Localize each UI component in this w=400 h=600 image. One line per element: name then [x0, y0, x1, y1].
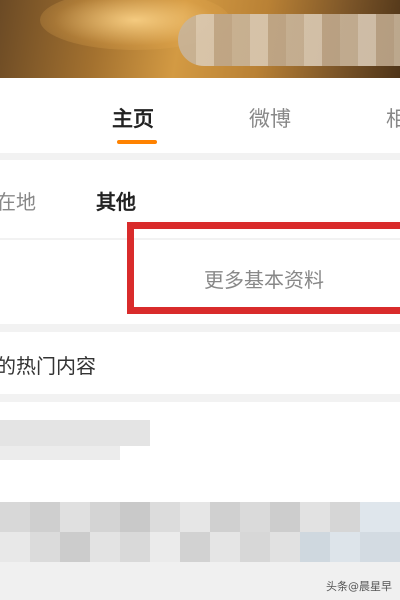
blur-block — [360, 502, 400, 532]
blur-block — [30, 502, 60, 532]
blur-block — [0, 532, 30, 562]
blur-block — [90, 532, 120, 562]
blur-block — [150, 532, 180, 562]
blur-block — [180, 532, 210, 562]
blurred-content-area — [0, 402, 400, 600]
blur-block — [120, 532, 150, 562]
blur-block — [330, 502, 360, 532]
blur-block — [0, 446, 120, 460]
hot-content-title: 的热门内容 — [0, 354, 96, 378]
profile-header-banner — [0, 0, 400, 78]
tab-weibo[interactable]: 微博 — [249, 103, 291, 133]
blur-block — [240, 532, 270, 562]
blurred-username — [178, 14, 400, 66]
blur-block — [270, 502, 300, 532]
tab-album[interactable]: 相 — [386, 103, 400, 133]
blur-block — [210, 502, 240, 532]
blur-block — [300, 532, 330, 562]
blur-block — [360, 532, 400, 562]
blur-block — [60, 532, 90, 562]
subtab-other[interactable]: 其他 — [96, 186, 136, 215]
active-tab-indicator — [117, 140, 157, 144]
subtab-location[interactable]: 在地 — [0, 186, 36, 215]
blur-block — [240, 502, 270, 532]
blur-block — [180, 502, 210, 532]
watermark: 头条@晨星早 — [326, 580, 392, 593]
blur-block — [30, 532, 60, 562]
highlight-box — [127, 222, 400, 314]
blur-block — [120, 502, 150, 532]
hot-content-header: 的热门内容 — [0, 332, 400, 394]
blur-block — [270, 532, 300, 562]
blur-block — [330, 532, 360, 562]
blur-block — [60, 502, 90, 532]
profile-tabs: 主页 微博 相 — [0, 78, 400, 153]
blur-block — [0, 502, 30, 532]
tab-home[interactable]: 主页 — [112, 103, 154, 133]
blur-block — [0, 420, 150, 446]
blur-block — [300, 502, 330, 532]
blur-block — [150, 502, 180, 532]
blur-block — [90, 502, 120, 532]
blur-block — [210, 532, 240, 562]
